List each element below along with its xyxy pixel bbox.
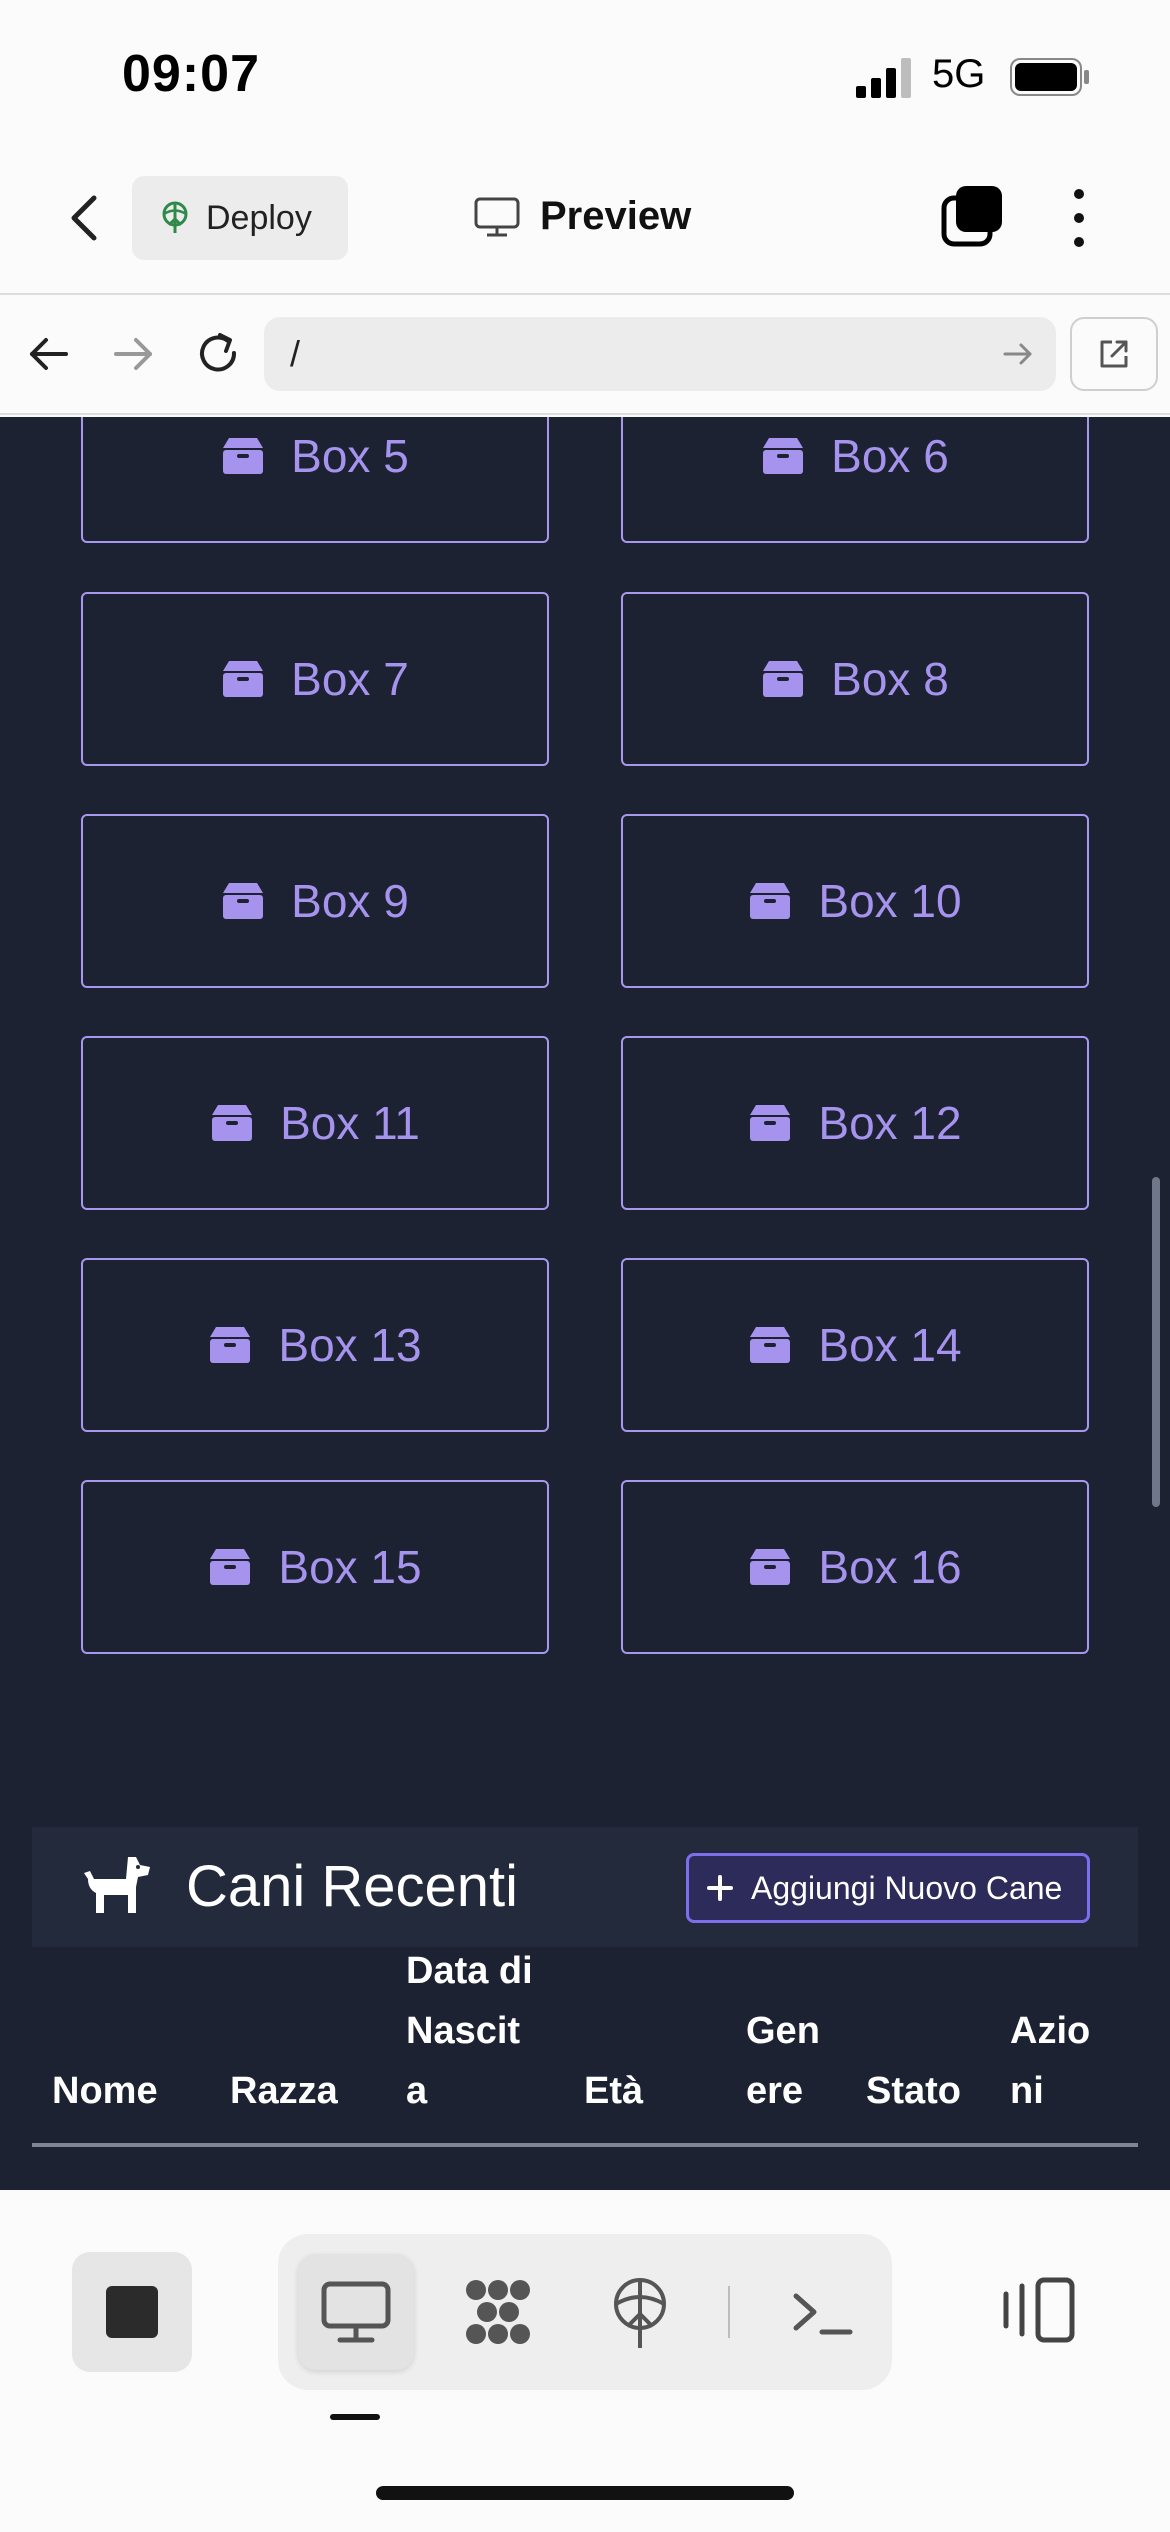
external-link-icon bbox=[1100, 340, 1128, 368]
deploy-icon[interactable] bbox=[602, 2274, 678, 2350]
box-icon bbox=[763, 661, 804, 697]
box-icon bbox=[750, 1549, 791, 1585]
integrations-icon[interactable] bbox=[460, 2274, 536, 2350]
col-data-nascita[interactable]: Data di Nascit a bbox=[406, 1941, 533, 2121]
box-tile[interactable]: Box 9 bbox=[81, 814, 549, 988]
arrow-left-icon[interactable] bbox=[24, 329, 74, 379]
col-azioni[interactable]: Azio ni bbox=[1010, 2001, 1090, 2121]
box-tile[interactable]: Box 15 bbox=[81, 1480, 549, 1654]
status-bar: 09:07 5G bbox=[0, 0, 1170, 150]
box-label: Box 7 bbox=[291, 653, 409, 705]
cellular-signal-icon bbox=[856, 58, 911, 98]
deploy-label: Deploy bbox=[206, 198, 312, 237]
box-label: Box 6 bbox=[831, 430, 949, 482]
box-label: Box 14 bbox=[818, 1319, 962, 1371]
stop-icon bbox=[106, 2286, 158, 2338]
bottom-toolbar bbox=[0, 2190, 1170, 2532]
monitor-icon bbox=[321, 2281, 391, 2343]
box-label: Box 9 bbox=[291, 875, 409, 927]
box-tile[interactable]: Box 16 bbox=[621, 1480, 1089, 1654]
status-time: 09:07 bbox=[122, 45, 260, 103]
col-stato[interactable]: Stato bbox=[866, 2061, 961, 2121]
reload-icon[interactable] bbox=[190, 325, 246, 381]
box-icon bbox=[750, 1327, 791, 1363]
battery-icon bbox=[1010, 58, 1089, 96]
arrow-right-icon[interactable] bbox=[108, 329, 158, 379]
col-genere[interactable]: Gen ere bbox=[746, 2001, 820, 2121]
box-tile[interactable]: Box 7 bbox=[81, 592, 549, 766]
preview-label: Preview bbox=[540, 194, 692, 238]
box-tile[interactable]: Box 14 bbox=[621, 1258, 1089, 1432]
box-label: Box 10 bbox=[818, 875, 962, 927]
col-azioni-line: Azio bbox=[1010, 2010, 1091, 2052]
plus-icon bbox=[707, 1875, 733, 1901]
stop-button[interactable] bbox=[72, 2252, 192, 2372]
more-options-icon[interactable] bbox=[1064, 186, 1094, 250]
col-data-nascita-line: Data di bbox=[406, 1950, 533, 1992]
col-genere-line: Gen bbox=[746, 2010, 820, 2052]
dogs-table-header: Nome Razza Data di Nascit a Età Gen ere … bbox=[32, 1947, 1138, 2147]
tabs-switcher-icon[interactable] bbox=[940, 184, 1004, 248]
box-icon bbox=[212, 1105, 253, 1141]
panel-layout-icon[interactable] bbox=[1000, 2276, 1076, 2344]
box-icon bbox=[750, 883, 791, 919]
box-label: Box 11 bbox=[280, 1097, 420, 1149]
recent-dogs-title: Cani Recenti bbox=[186, 1854, 519, 1919]
box-icon bbox=[210, 1327, 251, 1363]
deploy-button[interactable]: Deploy bbox=[132, 176, 348, 260]
page-scrollbar[interactable] bbox=[1152, 1177, 1160, 1507]
preview-title: Preview bbox=[474, 194, 691, 239]
col-data-nascita-line: Nascit bbox=[406, 2010, 521, 2052]
box-label: Box 13 bbox=[278, 1319, 422, 1371]
col-genere-line: ere bbox=[746, 2070, 804, 2112]
browser-bar: / bbox=[0, 295, 1170, 415]
box-tile[interactable]: Box 6 bbox=[621, 417, 1089, 543]
add-dog-label: Aggiungi Nuovo Cane bbox=[751, 1869, 1063, 1906]
box-tile[interactable]: Box 5 bbox=[81, 417, 549, 543]
open-external-button[interactable] bbox=[1070, 317, 1158, 391]
back-chevron-icon[interactable] bbox=[60, 188, 110, 248]
box-label: Box 5 bbox=[291, 430, 409, 482]
box-tile[interactable]: Box 11 bbox=[81, 1036, 549, 1210]
box-icon bbox=[223, 661, 264, 697]
box-tile[interactable]: Box 13 bbox=[81, 1258, 549, 1432]
box-tile[interactable]: Box 8 bbox=[621, 592, 1089, 766]
box-label: Box 16 bbox=[818, 1541, 962, 1593]
box-label: Box 15 bbox=[278, 1541, 422, 1593]
go-arrow-icon[interactable] bbox=[1002, 339, 1034, 369]
box-icon bbox=[750, 1105, 791, 1141]
box-label: Box 12 bbox=[818, 1097, 962, 1149]
col-nome[interactable]: Nome bbox=[52, 2061, 158, 2121]
web-content: Box 5 Box 6 Box 7 Box 8 Box 9 Box 10 Box… bbox=[0, 417, 1170, 2190]
view-switcher bbox=[278, 2234, 892, 2390]
app-toolbar: Deploy Preview bbox=[0, 150, 1170, 295]
col-data-nascita-line: a bbox=[406, 2070, 428, 2112]
network-type: 5G bbox=[932, 52, 986, 96]
add-dog-button[interactable]: Aggiungi Nuovo Cane bbox=[686, 1853, 1090, 1923]
box-tile[interactable]: Box 12 bbox=[621, 1036, 1089, 1210]
deploy-icon bbox=[162, 201, 188, 233]
col-eta[interactable]: Età bbox=[584, 2061, 643, 2121]
box-icon bbox=[210, 1549, 251, 1585]
box-tile[interactable]: Box 10 bbox=[621, 814, 1089, 988]
box-icon bbox=[223, 883, 264, 919]
col-razza[interactable]: Razza bbox=[230, 2061, 338, 2121]
url-input[interactable]: / bbox=[264, 317, 1056, 391]
home-indicator bbox=[376, 2486, 794, 2500]
monitor-icon bbox=[474, 197, 520, 236]
dog-icon bbox=[84, 1857, 150, 1913]
box-label: Box 8 bbox=[831, 653, 949, 705]
col-azioni-line: ni bbox=[1010, 2070, 1044, 2112]
url-text: / bbox=[290, 333, 301, 374]
active-tab-indicator bbox=[330, 2414, 380, 2420]
recent-dogs-header: Cani Recenti Aggiungi Nuovo Cane bbox=[32, 1827, 1138, 1947]
terminal-icon[interactable] bbox=[786, 2274, 862, 2350]
segment-divider bbox=[728, 2286, 730, 2338]
box-icon bbox=[763, 438, 804, 474]
box-icon bbox=[223, 438, 264, 474]
